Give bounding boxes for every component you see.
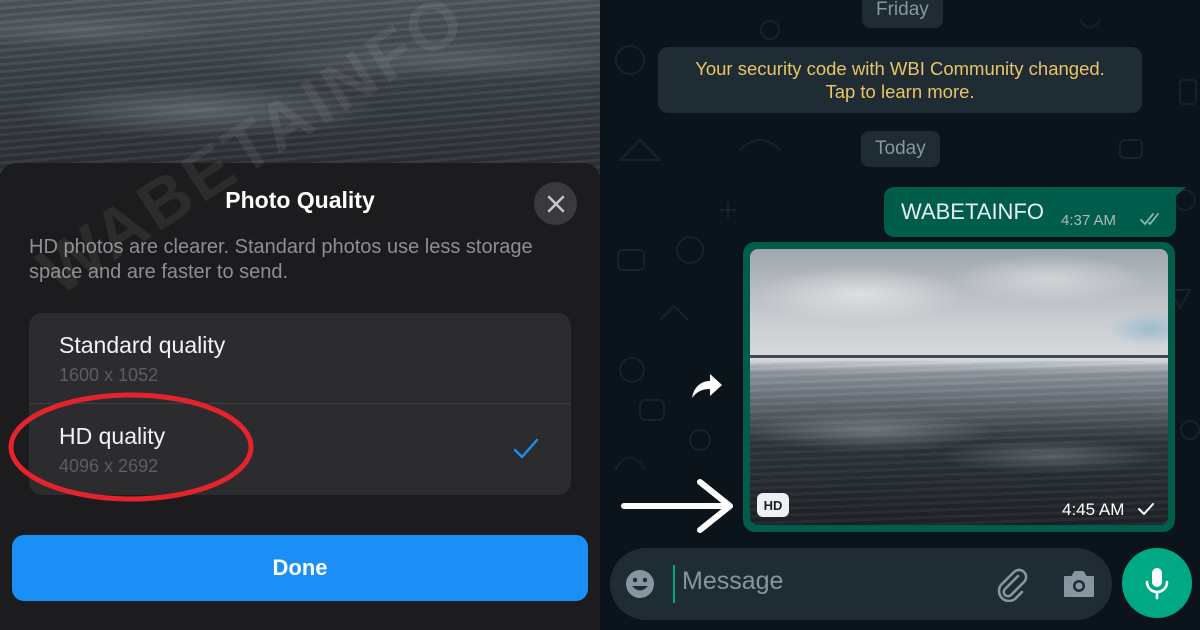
option-label: Standard quality [59,332,226,358]
date-divider-friday: Friday [862,0,943,28]
notice-line-1: Your security code with WBI Community ch… [695,58,1105,79]
single-check-icon [1138,503,1154,515]
microphone-button[interactable] [1122,548,1192,618]
date-divider-today: Today [861,131,940,167]
message-composer[interactable]: Message [610,548,1112,620]
image-message-time: 4:45 AM [1062,500,1125,519]
camera-icon[interactable] [1062,569,1096,599]
sent-photo[interactable] [750,249,1168,525]
checkmark-icon [513,438,539,459]
highlight-oval [8,392,254,502]
screenshot-root: Photo Quality HD photos are clearer. Sta… [0,0,1200,630]
emoji-icon[interactable] [624,568,656,600]
microphone-icon [1145,568,1169,600]
outgoing-image-message[interactable] [743,242,1175,532]
text-caret [673,565,675,603]
outgoing-text-message[interactable]: WABETAINFO 4:37 AM [884,187,1176,237]
paperclip-icon[interactable] [994,566,1028,602]
photo-bridge [750,355,1168,358]
photo-quality-panel: Photo Quality HD photos are clearer. Sta… [0,0,600,630]
close-button[interactable] [534,182,577,225]
notice-line-2: Tap to learn more. [825,81,975,102]
photo-sky [750,249,1168,359]
done-button[interactable]: Done [12,535,588,601]
message-text: WABETAINFO [901,199,1044,224]
close-icon [547,195,564,212]
message-input[interactable]: Message [682,567,783,596]
double-check-icon [1140,213,1159,225]
message-time: 4:37 AM [1061,212,1117,229]
option-dimensions: 1600 x 1052 [59,365,159,385]
forward-icon[interactable] [688,372,724,402]
chat-panel: Friday Your security code with WBI Commu… [600,0,1200,630]
hd-badge: HD [757,493,789,517]
arrow-right-icon [621,479,733,533]
security-code-notice[interactable]: Your security code with WBI Community ch… [658,47,1142,113]
